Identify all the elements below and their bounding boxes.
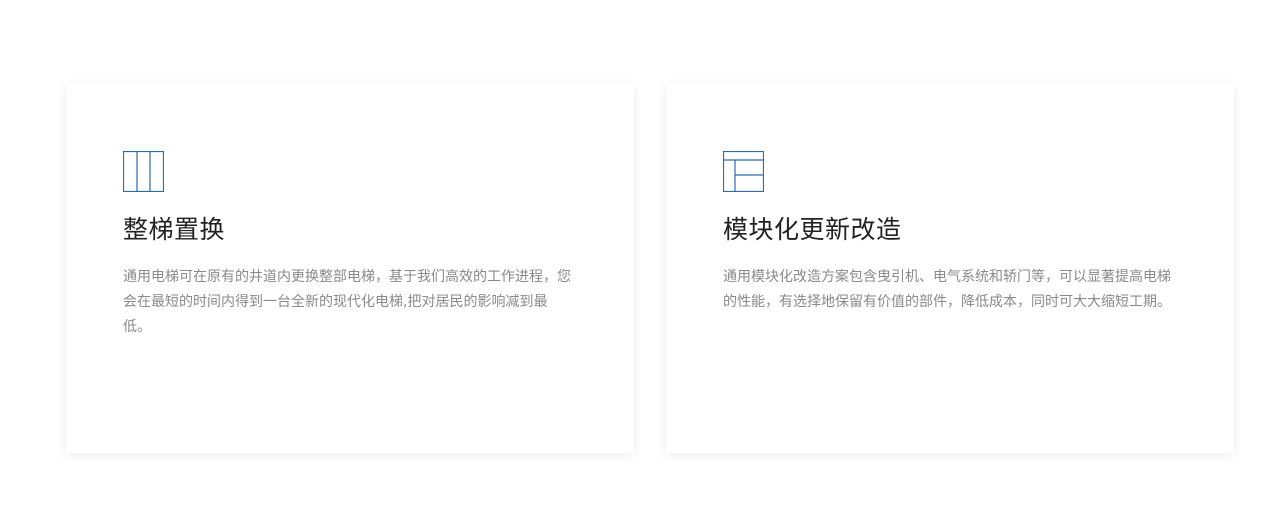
page: 整梯置换 通用电梯可在原有的井道内更换整部电梯，基于我们高效的工作进程，您会在最… [0,0,1285,514]
card-description: 通用电梯可在原有的井道内更换整部电梯，基于我们高效的工作进程，您会在最短的时间内… [123,269,571,335]
service-card-modular-upgrade[interactable]: 模块化更新改造 通用模块化改造方案包含曳引机、电气系统和轿门等，可以显著提高电梯… [666,83,1234,453]
card-title: 整梯置换 [123,215,226,244]
card-description: 通用模块化改造方案包含曳引机、电气系统和轿门等，可以显著提高电梯的性能，有选择地… [723,269,1171,310]
columns-icon [122,150,165,193]
service-card-full-replacement[interactable]: 整梯置换 通用电梯可在原有的井道内更换整部电梯，基于我们高效的工作进程，您会在最… [66,83,634,453]
layout-panels-icon [722,150,765,193]
card-title: 模块化更新改造 [723,215,902,244]
